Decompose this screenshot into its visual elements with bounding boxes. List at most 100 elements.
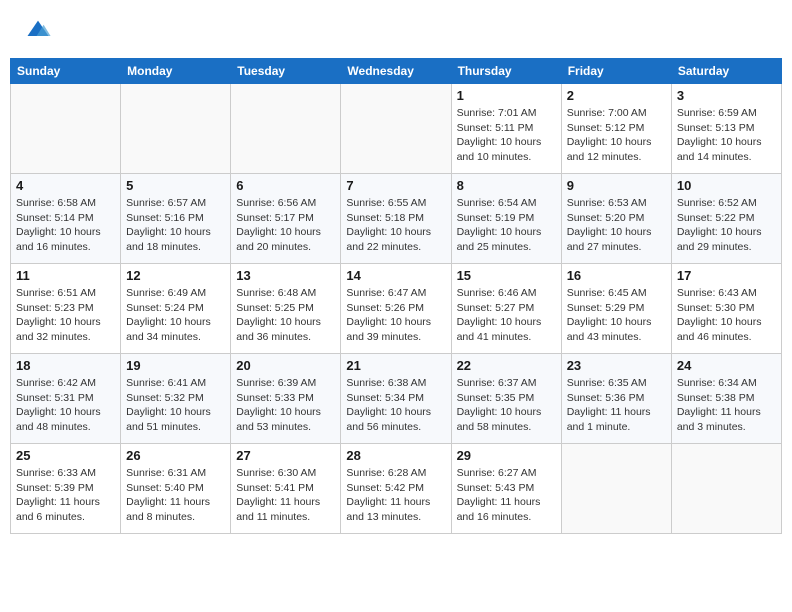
logo <box>20 15 52 43</box>
calendar-cell: 2 Sunrise: 7:00 AMSunset: 5:12 PMDaylight… <box>561 84 671 174</box>
calendar-cell: 15Sunrise: 6:46 AMSunset: 5:27 PMDayligh… <box>451 264 561 354</box>
day-number: 14 <box>346 268 445 283</box>
day-info: Sunrise: 6:59 AMSunset: 5:13 PMDaylight:… <box>677 106 776 165</box>
day-number: 7 <box>346 178 445 193</box>
day-number: 12 <box>126 268 225 283</box>
day-header-wednesday: Wednesday <box>341 59 451 84</box>
calendar: SundayMondayTuesdayWednesdayThursdayFrid… <box>10 58 782 534</box>
calendar-cell: 1Sunrise: 7:01 AMSunset: 5:11 PMDaylight… <box>451 84 561 174</box>
calendar-cell: 17 Sunrise: 6:43 AMSunset: 5:30 PMDayligh… <box>671 264 781 354</box>
calendar-cell <box>561 444 671 534</box>
calendar-cell: 8Sunrise: 6:54 AMSunset: 5:19 PMDaylight… <box>451 174 561 264</box>
day-info: Sunrise: 7:00 AMSunset: 5:12 PMDaylight:… <box>567 106 666 165</box>
calendar-cell: 11 Sunrise: 6:51 AMSunset: 5:23 PMDayligh… <box>11 264 121 354</box>
day-info: Sunrise: 6:56 AMSunset: 5:17 PMDaylight:… <box>236 196 335 255</box>
day-number: 20 <box>236 358 335 373</box>
calendar-cell <box>671 444 781 534</box>
day-info: Sunrise: 6:53 AMSunset: 5:20 PMDaylight:… <box>567 196 666 255</box>
calendar-cell: 27 Sunrise: 6:30 AMSunset: 5:41 PMDayligh… <box>231 444 341 534</box>
calendar-cell: 6 Sunrise: 6:56 AMSunset: 5:17 PMDaylight… <box>231 174 341 264</box>
day-number: 6 <box>236 178 335 193</box>
logo-icon <box>24 15 52 43</box>
day-header-sunday: Sunday <box>11 59 121 84</box>
day-info: Sunrise: 6:47 AMSunset: 5:26 PMDaylight:… <box>346 286 445 345</box>
day-info: Sunrise: 6:57 AMSunset: 5:16 PMDaylight:… <box>126 196 225 255</box>
calendar-cell: 13 Sunrise: 6:48 AMSunset: 5:25 PMDayligh… <box>231 264 341 354</box>
day-number: 26 <box>126 448 225 463</box>
calendar-cell: 28 Sunrise: 6:28 AMSunset: 5:42 PMDayligh… <box>341 444 451 534</box>
calendar-cell: 16 Sunrise: 6:45 AMSunset: 5:29 PMDayligh… <box>561 264 671 354</box>
calendar-cell: 12 Sunrise: 6:49 AMSunset: 5:24 PMDayligh… <box>121 264 231 354</box>
calendar-cell <box>231 84 341 174</box>
day-number: 2 <box>567 88 666 103</box>
day-number: 21 <box>346 358 445 373</box>
day-info: Sunrise: 6:49 AMSunset: 5:24 PMDaylight:… <box>126 286 225 345</box>
day-number: 24 <box>677 358 776 373</box>
day-number: 3 <box>677 88 776 103</box>
week-row-2: 4Sunrise: 6:58 AMSunset: 5:14 PMDaylight… <box>11 174 782 264</box>
day-info: Sunrise: 6:30 AMSunset: 5:41 PMDaylight:… <box>236 466 335 525</box>
week-row-1: 1Sunrise: 7:01 AMSunset: 5:11 PMDaylight… <box>11 84 782 174</box>
day-header-thursday: Thursday <box>451 59 561 84</box>
day-number: 25 <box>16 448 115 463</box>
calendar-cell: 4Sunrise: 6:58 AMSunset: 5:14 PMDaylight… <box>11 174 121 264</box>
day-number: 16 <box>567 268 666 283</box>
calendar-header-row: SundayMondayTuesdayWednesdayThursdayFrid… <box>11 59 782 84</box>
day-info: Sunrise: 6:28 AMSunset: 5:42 PMDaylight:… <box>346 466 445 525</box>
calendar-cell: 23 Sunrise: 6:35 AMSunset: 5:36 PMDayligh… <box>561 354 671 444</box>
day-number: 11 <box>16 268 115 283</box>
day-info: Sunrise: 6:35 AMSunset: 5:36 PMDaylight:… <box>567 376 666 435</box>
day-info: Sunrise: 6:45 AMSunset: 5:29 PMDaylight:… <box>567 286 666 345</box>
day-info: Sunrise: 6:52 AMSunset: 5:22 PMDaylight:… <box>677 196 776 255</box>
calendar-cell: 24 Sunrise: 6:34 AMSunset: 5:38 PMDayligh… <box>671 354 781 444</box>
day-info: Sunrise: 6:39 AMSunset: 5:33 PMDaylight:… <box>236 376 335 435</box>
day-info: Sunrise: 6:42 AMSunset: 5:31 PMDaylight:… <box>16 376 115 435</box>
day-info: Sunrise: 6:43 AMSunset: 5:30 PMDaylight:… <box>677 286 776 345</box>
day-header-monday: Monday <box>121 59 231 84</box>
calendar-cell: 29 Sunrise: 6:27 AMSunset: 5:43 PMDayligh… <box>451 444 561 534</box>
day-number: 19 <box>126 358 225 373</box>
calendar-cell: 19 Sunrise: 6:41 AMSunset: 5:32 PMDayligh… <box>121 354 231 444</box>
calendar-cell: 21 Sunrise: 6:38 AMSunset: 5:34 PMDayligh… <box>341 354 451 444</box>
calendar-cell: 25 Sunrise: 6:33 AMSunset: 5:39 PMDayligh… <box>11 444 121 534</box>
day-header-tuesday: Tuesday <box>231 59 341 84</box>
calendar-cell: 14 Sunrise: 6:47 AMSunset: 5:26 PMDayligh… <box>341 264 451 354</box>
day-number: 23 <box>567 358 666 373</box>
day-number: 10 <box>677 178 776 193</box>
week-row-3: 11 Sunrise: 6:51 AMSunset: 5:23 PMDayligh… <box>11 264 782 354</box>
day-info: Sunrise: 6:48 AMSunset: 5:25 PMDaylight:… <box>236 286 335 345</box>
day-info: Sunrise: 6:51 AMSunset: 5:23 PMDaylight:… <box>16 286 115 345</box>
day-number: 22 <box>457 358 556 373</box>
day-number: 18 <box>16 358 115 373</box>
calendar-body: 1Sunrise: 7:01 AMSunset: 5:11 PMDaylight… <box>11 84 782 534</box>
week-row-5: 25 Sunrise: 6:33 AMSunset: 5:39 PMDayligh… <box>11 444 782 534</box>
day-info: Sunrise: 6:27 AMSunset: 5:43 PMDaylight:… <box>457 466 556 525</box>
day-info: Sunrise: 6:34 AMSunset: 5:38 PMDaylight:… <box>677 376 776 435</box>
calendar-cell: 18 Sunrise: 6:42 AMSunset: 5:31 PMDayligh… <box>11 354 121 444</box>
day-header-friday: Friday <box>561 59 671 84</box>
calendar-cell <box>341 84 451 174</box>
day-info: Sunrise: 6:38 AMSunset: 5:34 PMDaylight:… <box>346 376 445 435</box>
day-number: 5 <box>126 178 225 193</box>
week-row-4: 18 Sunrise: 6:42 AMSunset: 5:31 PMDayligh… <box>11 354 782 444</box>
day-info: Sunrise: 6:33 AMSunset: 5:39 PMDaylight:… <box>16 466 115 525</box>
calendar-cell: 10 Sunrise: 6:52 AMSunset: 5:22 PMDayligh… <box>671 174 781 264</box>
day-info: Sunrise: 6:41 AMSunset: 5:32 PMDaylight:… <box>126 376 225 435</box>
day-header-saturday: Saturday <box>671 59 781 84</box>
day-number: 28 <box>346 448 445 463</box>
header <box>10 10 782 48</box>
day-number: 27 <box>236 448 335 463</box>
calendar-cell: 26 Sunrise: 6:31 AMSunset: 5:40 PMDayligh… <box>121 444 231 534</box>
day-number: 13 <box>236 268 335 283</box>
day-info: Sunrise: 6:46 AMSunset: 5:27 PMDaylight:… <box>457 286 556 345</box>
calendar-cell: 5 Sunrise: 6:57 AMSunset: 5:16 PMDaylight… <box>121 174 231 264</box>
day-info: Sunrise: 6:58 AMSunset: 5:14 PMDaylight:… <box>16 196 115 255</box>
day-info: Sunrise: 6:31 AMSunset: 5:40 PMDaylight:… <box>126 466 225 525</box>
calendar-cell: 9Sunrise: 6:53 AMSunset: 5:20 PMDaylight… <box>561 174 671 264</box>
day-info: Sunrise: 6:55 AMSunset: 5:18 PMDaylight:… <box>346 196 445 255</box>
day-info: Sunrise: 7:01 AMSunset: 5:11 PMDaylight:… <box>457 106 556 165</box>
day-number: 8 <box>457 178 556 193</box>
day-info: Sunrise: 6:37 AMSunset: 5:35 PMDaylight:… <box>457 376 556 435</box>
day-number: 17 <box>677 268 776 283</box>
day-number: 29 <box>457 448 556 463</box>
